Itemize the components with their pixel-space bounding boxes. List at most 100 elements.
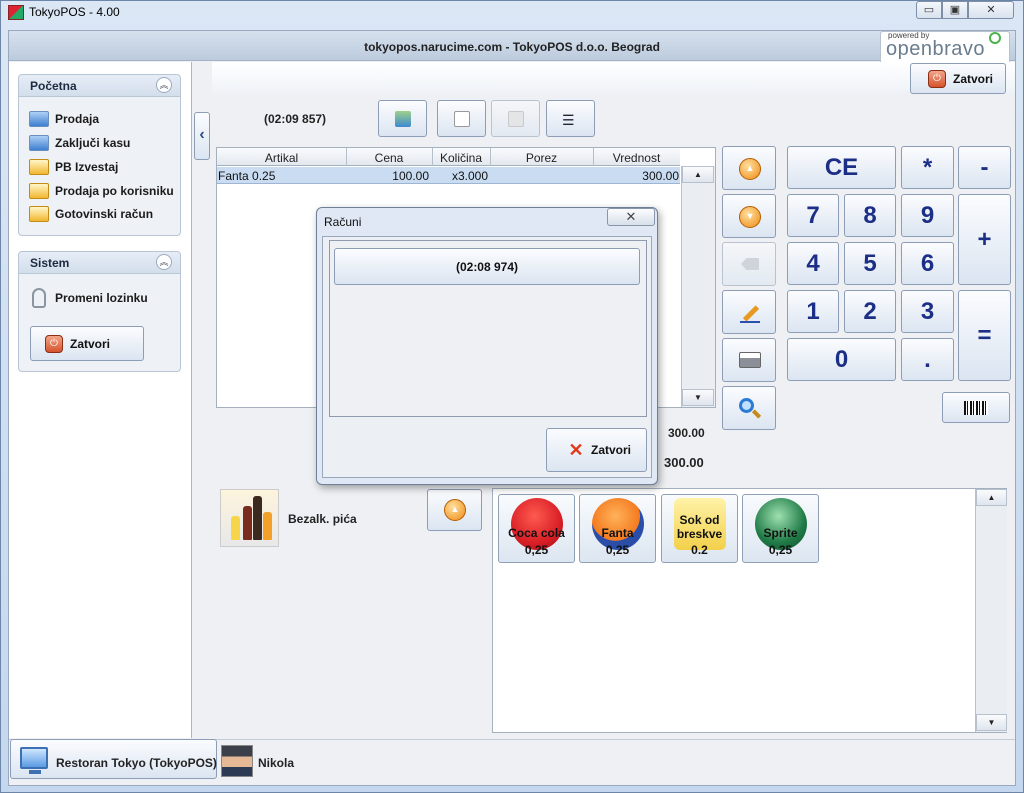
delete-line-button[interactable] <box>722 242 776 286</box>
column-cena: Cena <box>374 151 404 165</box>
sidebar-close-button[interactable]: ⏻ Zatvori <box>30 326 144 361</box>
host-button[interactable]: Restoran Tokyo (TokyoPOS) <box>10 739 217 779</box>
ticket-list-item[interactable]: (02:08 974) <box>334 248 640 285</box>
header-close-label: Zatvori <box>953 72 994 86</box>
key-multiply[interactable]: * <box>901 146 954 189</box>
key-minus[interactable]: - <box>958 146 1011 189</box>
monitor-icon <box>29 135 49 151</box>
sidebar-item-gotovinski-racun[interactable]: Gotovinski račun <box>29 204 179 226</box>
product-sprite[interactable]: Sprite 0,25 <box>742 494 819 563</box>
power-icon: ⏻ <box>45 335 63 353</box>
sidebar-item-label: Zaključi kasu <box>55 136 131 150</box>
logo-wordmark: openbravo <box>886 38 986 60</box>
key-minus-label: - <box>980 154 989 181</box>
monitor-icon <box>29 111 49 127</box>
window-close-button[interactable]: ✕ <box>968 1 1014 19</box>
arrow-up-icon: ▲ <box>739 158 761 180</box>
sistem-panel: Sistem ︽ Promeni lozinku ⏻ Zatvori <box>18 251 181 372</box>
header-bar: tokyopos.narucime.com - TokyoPOS d.o.o. … <box>9 31 1015 61</box>
pocetna-panel: Početna ︽ Prodaja Zaključi kasu PB Izves… <box>18 74 181 236</box>
key-multiply-label: * <box>922 154 933 181</box>
dialog-close-button[interactable]: ✕ <box>607 208 655 226</box>
key-9-label: 9 <box>920 202 935 229</box>
minimize-button[interactable]: ▭ <box>916 1 942 19</box>
printer-icon <box>739 352 761 368</box>
sidebar-item-zakljuci-kasu[interactable]: Zaključi kasu <box>29 133 179 155</box>
category-up-button[interactable]: ▲ <box>427 489 482 531</box>
key-0-label: 0 <box>834 346 849 373</box>
key-1[interactable]: 1 <box>787 290 839 333</box>
key-9[interactable]: 9 <box>901 194 954 237</box>
column-artikal: Artikal <box>264 151 299 165</box>
dialog-zatvori-button[interactable]: ✕ Zatvori <box>546 428 647 472</box>
key-8[interactable]: 8 <box>844 194 896 237</box>
product-fanta[interactable]: Fanta 0,25 <box>579 494 656 563</box>
product-coca-cola[interactable]: Coca cola 0,25 <box>498 494 575 563</box>
close-icon: ✕ <box>568 440 584 460</box>
key-5-label: 5 <box>863 250 877 277</box>
cell-cena: 100.00 <box>392 169 429 183</box>
scroll-down-arrow[interactable]: ▼ <box>976 714 1007 731</box>
key-4[interactable]: 4 <box>787 242 839 285</box>
product-price: 0,25 <box>768 543 793 557</box>
search-button[interactable] <box>722 386 776 430</box>
barcode-button[interactable] <box>942 392 1010 423</box>
category-image <box>220 489 279 547</box>
key-6[interactable]: 6 <box>901 242 954 285</box>
key-3-label: 3 <box>920 298 935 325</box>
sidebar-item-label: Gotovinski račun <box>55 207 154 221</box>
sidebar-close-label: Zatvori <box>70 337 111 351</box>
pencil-icon <box>740 303 760 323</box>
key-3[interactable]: 3 <box>901 290 954 333</box>
scroll-up-arrow[interactable]: ▲ <box>682 166 714 183</box>
report-icon <box>29 206 49 222</box>
ticket-list-button[interactable]: ☰ <box>546 100 595 137</box>
ticket-id: (02:09 857) <box>264 112 327 126</box>
move-up-button[interactable]: ▲ <box>722 146 776 190</box>
key-ce[interactable]: CE <box>787 146 896 189</box>
scroll-down-arrow[interactable]: ▼ <box>682 389 714 406</box>
app-icon <box>8 5 24 20</box>
new-ticket-button[interactable] <box>437 100 486 137</box>
collapse-icon[interactable]: ︽ <box>156 77 172 93</box>
print-button[interactable] <box>722 338 776 382</box>
collapse-icon[interactable]: ︽ <box>156 254 172 270</box>
key-2[interactable]: 2 <box>844 290 896 333</box>
delete-ticket-button[interactable] <box>491 100 540 137</box>
table-row[interactable]: Fanta 0.25 100.00 x3.000 300.00 <box>217 167 680 184</box>
customer-button[interactable] <box>378 100 427 137</box>
sidebar-item-pb-izvestaj[interactable]: PB Izvestaj <box>29 157 179 179</box>
key-dot[interactable]: . <box>901 338 954 381</box>
key-7-label: 7 <box>806 202 820 229</box>
double-arrow-up-icon: ▲ <box>444 499 466 521</box>
header-close-button[interactable]: ⏻ Zatvori <box>910 63 1006 94</box>
dialog-title: Računi <box>324 215 362 229</box>
report-icon <box>29 159 49 175</box>
category-label: Bezalk. pića <box>288 512 357 526</box>
product-sok-od-breskve[interactable]: Sok od breskve 0.2 <box>661 494 738 563</box>
key-5[interactable]: 5 <box>844 242 896 285</box>
key-plus[interactable]: + <box>958 194 1011 285</box>
sidebar-item-prodaja[interactable]: Prodaja <box>29 109 179 131</box>
key-0[interactable]: 0 <box>787 338 896 381</box>
cell-kolicina: x3.000 <box>451 169 488 183</box>
maximize-button[interactable]: ▣ <box>942 1 968 19</box>
product-name: Sprite <box>763 526 798 540</box>
pocetna-panel-title: Početna <box>30 79 77 93</box>
key-equals[interactable]: = <box>958 290 1011 381</box>
sidebar-toggle-button[interactable]: ‹ <box>194 112 210 160</box>
monitor-icon <box>20 747 48 769</box>
sidebar-item-prodaja-po-korisniku[interactable]: Prodaja po korisniku <box>29 181 179 203</box>
key-1-label: 1 <box>806 298 820 325</box>
barcode-icon <box>964 401 988 415</box>
product-name: Fanta <box>601 526 634 540</box>
sidebar-item-promeni-lozinku[interactable]: Promeni lozinku <box>29 288 179 310</box>
key-7[interactable]: 7 <box>787 194 839 237</box>
move-down-button[interactable]: ▼ <box>722 194 776 238</box>
table-scrollbar[interactable]: ▲ ▼ <box>681 166 715 407</box>
products-scrollbar[interactable]: ▲ ▼ <box>975 489 1007 732</box>
list-icon: ☰ <box>562 112 575 128</box>
scroll-up-arrow[interactable]: ▲ <box>976 489 1007 506</box>
edit-line-button[interactable] <box>722 290 776 334</box>
sidebar-item-label: Prodaja po korisniku <box>55 184 174 198</box>
